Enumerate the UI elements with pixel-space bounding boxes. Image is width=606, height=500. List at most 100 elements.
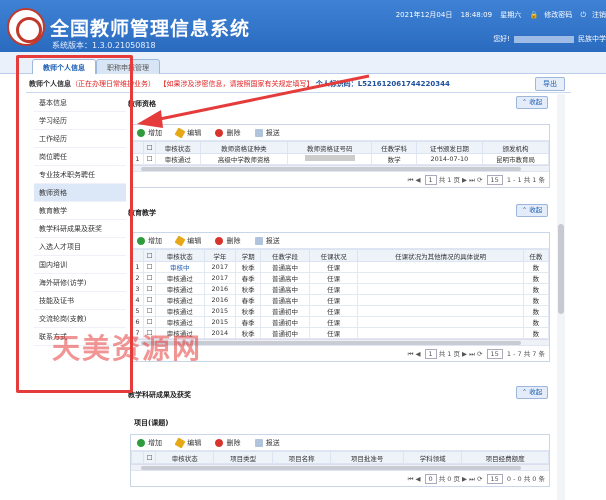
table-row[interactable]: 6 ☐ 审核通过 2015 春季 普通初中 任课 数: [131, 316, 550, 328]
cell: [357, 316, 524, 328]
report-button[interactable]: 报送: [254, 233, 280, 249]
col-header: 项目批准号: [330, 451, 404, 464]
app-title: 全国教师管理信息系统: [50, 18, 251, 40]
edit-button[interactable]: 编辑: [174, 435, 201, 451]
cell: [357, 261, 524, 273]
delete-button[interactable]: 删除: [215, 435, 240, 451]
add-button[interactable]: 增加: [137, 233, 162, 249]
report-button[interactable]: 报送: [254, 435, 280, 451]
cell: 任课: [308, 261, 359, 273]
page-input[interactable]: 1: [424, 175, 437, 185]
cell: 任课: [308, 327, 359, 339]
col-header: 学科领域: [402, 451, 463, 464]
row-checkbox[interactable]: ☐: [143, 153, 156, 165]
cell: 昆明市教育局: [481, 153, 550, 165]
select-all-checkbox[interactable]: ☐: [143, 249, 156, 262]
date-text: 2021年12月04日: [395, 11, 453, 19]
cell: 普通高中: [260, 283, 310, 295]
select-all-checkbox[interactable]: ☐: [143, 141, 156, 154]
delete-label: 删除: [226, 237, 241, 245]
page-size-select[interactable]: 15: [486, 175, 503, 185]
cell: 数学: [371, 153, 417, 165]
horizontal-scrollbar[interactable]: [131, 464, 549, 470]
cell: 数: [522, 261, 550, 273]
edit-label: 编辑: [187, 237, 202, 245]
cell: 春季: [235, 316, 262, 328]
row-num: 2: [131, 272, 144, 284]
range-text: 1 - 1: [506, 176, 522, 184]
cell-status-link[interactable]: 审核中: [155, 261, 205, 273]
toolbar: 增加 编辑 删除 报送: [131, 435, 549, 451]
row-checkbox[interactable]: ☐: [143, 294, 156, 306]
scroll-thumb[interactable]: [558, 224, 564, 314]
row-num: 1: [131, 261, 144, 273]
range-text: 1 - 7: [506, 350, 522, 358]
collapse-button[interactable]: ⌃ 收起: [516, 96, 548, 109]
col-header: 审核状态: [155, 141, 201, 154]
collapse-button[interactable]: ⌃ 收起: [516, 386, 548, 399]
vertical-scrollbar[interactable]: [557, 94, 565, 500]
add-button[interactable]: 增加: [137, 435, 162, 451]
cell: 秋季: [235, 261, 262, 273]
cell: 审核通过: [155, 272, 205, 284]
edit-button[interactable]: 编辑: [174, 233, 202, 249]
page-size-select[interactable]: 15: [486, 474, 503, 484]
select-all-checkbox[interactable]: ☐: [143, 451, 156, 464]
weekday-text: 星期六: [500, 11, 522, 19]
cell: 任课: [308, 316, 359, 328]
cell: 审核通过: [155, 153, 201, 165]
greeting: 您好! 民族中学: [493, 34, 606, 44]
row-checkbox[interactable]: ☐: [143, 261, 156, 273]
cell: 普通高中: [260, 294, 310, 306]
row-num: 3: [131, 283, 144, 295]
cell: 数: [522, 305, 550, 317]
delete-button[interactable]: 删除: [215, 233, 240, 249]
cell: 春季: [235, 294, 262, 306]
col-header: 项目经费额度: [461, 451, 549, 464]
page-count: 共 1 页: [438, 350, 460, 358]
table-row[interactable]: 5 ☐ 审核通过 2015 秋季 普通初中 任课 数: [131, 305, 550, 317]
watermark-text: 天美资源网: [52, 332, 203, 365]
pager: ⏮ ◀ 0共 0 页 ▶ ⏭ ⟳ 15 0 - 0 共 0 条: [131, 470, 549, 486]
app-version: 系统版本：1.3.0.21050818: [52, 41, 156, 50]
table-row[interactable]: 2 ☐ 审核通过 2017 春季 普通高中 任课 数: [131, 272, 550, 284]
page-size-select[interactable]: 15: [486, 349, 503, 359]
collapse-button[interactable]: ⌃ 收起: [516, 204, 548, 217]
cell: 2016: [203, 283, 237, 295]
col-header: 任课状况: [308, 249, 359, 262]
pager: ⏮ ◀ 1共 1 页 ▶ ⏭ ⟳ 15 1 - 1 共 1 条: [131, 171, 549, 187]
table-row[interactable]: 3 ☐ 审核通过 2016 秋季 普通高中 任课 数: [131, 283, 550, 295]
col-header: 教师资格证种类: [199, 141, 289, 154]
page-input[interactable]: 1: [424, 349, 437, 359]
delete-icon: [215, 237, 224, 245]
row-num-header: [131, 141, 144, 154]
row-checkbox[interactable]: ☐: [143, 316, 156, 328]
cell: 普通初中: [260, 316, 310, 328]
export-button[interactable]: 导出: [535, 77, 565, 91]
cell: 普通初中: [260, 327, 310, 339]
pencil-icon: [174, 437, 186, 449]
page-count: 共 0 页: [438, 475, 460, 483]
cell: 普通初中: [260, 305, 310, 317]
pencil-icon: [174, 235, 186, 247]
row-checkbox[interactable]: ☐: [143, 272, 156, 284]
header-status: 2021年12月04日 18:48:09 星期六 🔒 修改密码 ⏻ 注销: [390, 10, 606, 20]
delete-label: 删除: [226, 439, 241, 447]
col-header: 任教学段: [260, 249, 310, 262]
horizontal-scrollbar[interactable]: [131, 165, 549, 171]
logout-link[interactable]: ⏻ 注销: [580, 11, 606, 19]
report-label: 报送: [265, 439, 280, 447]
table-row[interactable]: 1 ☐ 审核通过 高级中学教师资格 数学 2014-07-10 昆明市教育局: [131, 153, 550, 165]
row-checkbox[interactable]: ☐: [143, 283, 156, 295]
cell: 数: [522, 283, 550, 295]
add-label: 增加: [148, 237, 162, 245]
plus-icon: [137, 439, 145, 447]
page-input[interactable]: 0: [424, 474, 437, 484]
row-checkbox[interactable]: ☐: [143, 305, 156, 317]
school-name: 民族中学: [578, 35, 606, 43]
change-password-link[interactable]: 🔒 修改密码: [530, 11, 573, 19]
cell: 2017: [203, 272, 237, 284]
cell: 任课: [308, 294, 359, 306]
table-row[interactable]: 1 ☐ 审核中 2017 秋季 普通高中 任课 数: [131, 261, 550, 273]
table-row[interactable]: 4 ☐ 审核通过 2016 春季 普通高中 任课 数: [131, 294, 550, 306]
